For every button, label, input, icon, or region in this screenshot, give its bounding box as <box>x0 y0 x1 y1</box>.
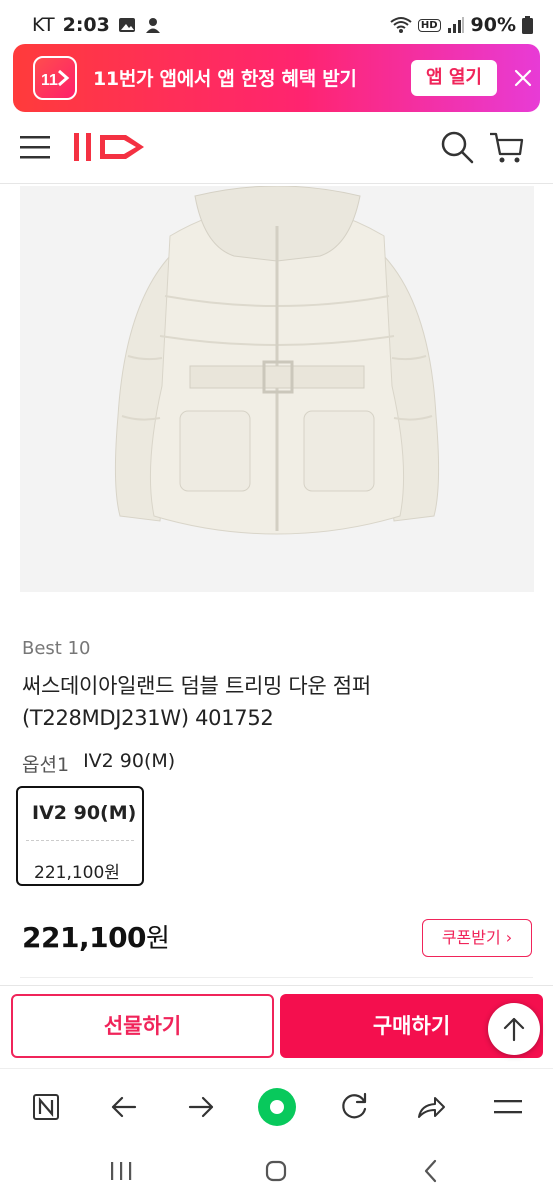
section-divider <box>20 977 533 978</box>
price-unit: 원 <box>146 924 170 954</box>
search-icon[interactable] <box>440 130 474 164</box>
battery-icon <box>522 16 533 34</box>
11st-logo[interactable] <box>70 128 152 166</box>
status-right: HD 90% <box>390 14 533 36</box>
status-left: KT 2:03 <box>32 14 162 36</box>
cart-icon[interactable] <box>488 130 524 164</box>
hamburger-menu-icon[interactable] <box>20 134 50 160</box>
option-value: IV2 90(M) <box>83 750 176 772</box>
battery-percent: 90% <box>470 14 516 36</box>
product-price: 221,100원 <box>22 918 170 955</box>
app-promo-banner[interactable]: 11 11번가 앱에서 앱 한정 혜택 받기 앱 열기 <box>13 44 540 112</box>
product-title: 써스데이아일랜드 덤블 트리밍 다운 점퍼 (T228MDJ231W) 4017… <box>22 670 532 734</box>
arrow-up-icon <box>503 1017 525 1042</box>
option-row: 옵션1 IV2 90(M) <box>22 750 175 777</box>
green-dot-icon[interactable] <box>257 1087 297 1127</box>
price-number: 221,100 <box>22 921 147 954</box>
site-header <box>0 112 553 184</box>
notification-person-icon <box>145 18 160 33</box>
down-jacket-illustration <box>114 186 440 535</box>
option-card-name: IV2 90(M) <box>32 802 137 824</box>
coupon-button[interactable]: 쿠폰받기 › <box>422 919 532 957</box>
product-title-line1: 써스데이아일랜드 덤블 트리밍 다운 점퍼 <box>22 674 371 698</box>
gift-button[interactable]: 선물하기 <box>11 994 274 1058</box>
carrier-label: KT <box>32 14 55 36</box>
option-card-divider <box>26 840 134 841</box>
option-card[interactable]: IV2 90(M) 221,100원 <box>16 786 144 886</box>
open-app-button[interactable]: 앱 열기 <box>411 60 497 96</box>
menu-icon[interactable] <box>488 1087 528 1127</box>
signal-icon <box>447 17 464 33</box>
system-back-icon[interactable] <box>416 1156 446 1186</box>
clock: 2:03 <box>62 14 110 36</box>
gallery-icon <box>118 18 135 32</box>
forward-icon[interactable] <box>181 1087 221 1127</box>
app-logo-icon: 11 <box>33 56 77 100</box>
product-title-line2: (T228MDJ231W) 401752 <box>22 706 274 730</box>
browser-toolbar <box>0 1068 553 1142</box>
option-card-price: 221,100원 <box>34 863 120 883</box>
share-icon[interactable] <box>411 1087 451 1127</box>
system-nav-bar <box>0 1142 553 1200</box>
recents-icon[interactable] <box>106 1156 136 1186</box>
wifi-icon <box>390 17 412 33</box>
hd-badge: HD <box>417 18 441 32</box>
close-icon[interactable] <box>509 64 537 92</box>
refresh-icon[interactable] <box>334 1087 374 1127</box>
back-icon[interactable] <box>104 1087 144 1127</box>
purchase-bar: 선물하기 구매하기 <box>0 985 553 1067</box>
scroll-to-top-button[interactable] <box>488 1003 540 1055</box>
home-icon[interactable] <box>261 1156 291 1186</box>
promo-text: 11번가 앱에서 앱 한정 혜택 받기 <box>93 68 357 90</box>
product-image[interactable] <box>20 186 534 592</box>
option-label: 옵션1 <box>22 754 70 776</box>
best-rank-label: Best 10 <box>22 638 91 659</box>
naver-icon[interactable] <box>26 1087 66 1127</box>
svg-text:11: 11 <box>41 72 58 89</box>
